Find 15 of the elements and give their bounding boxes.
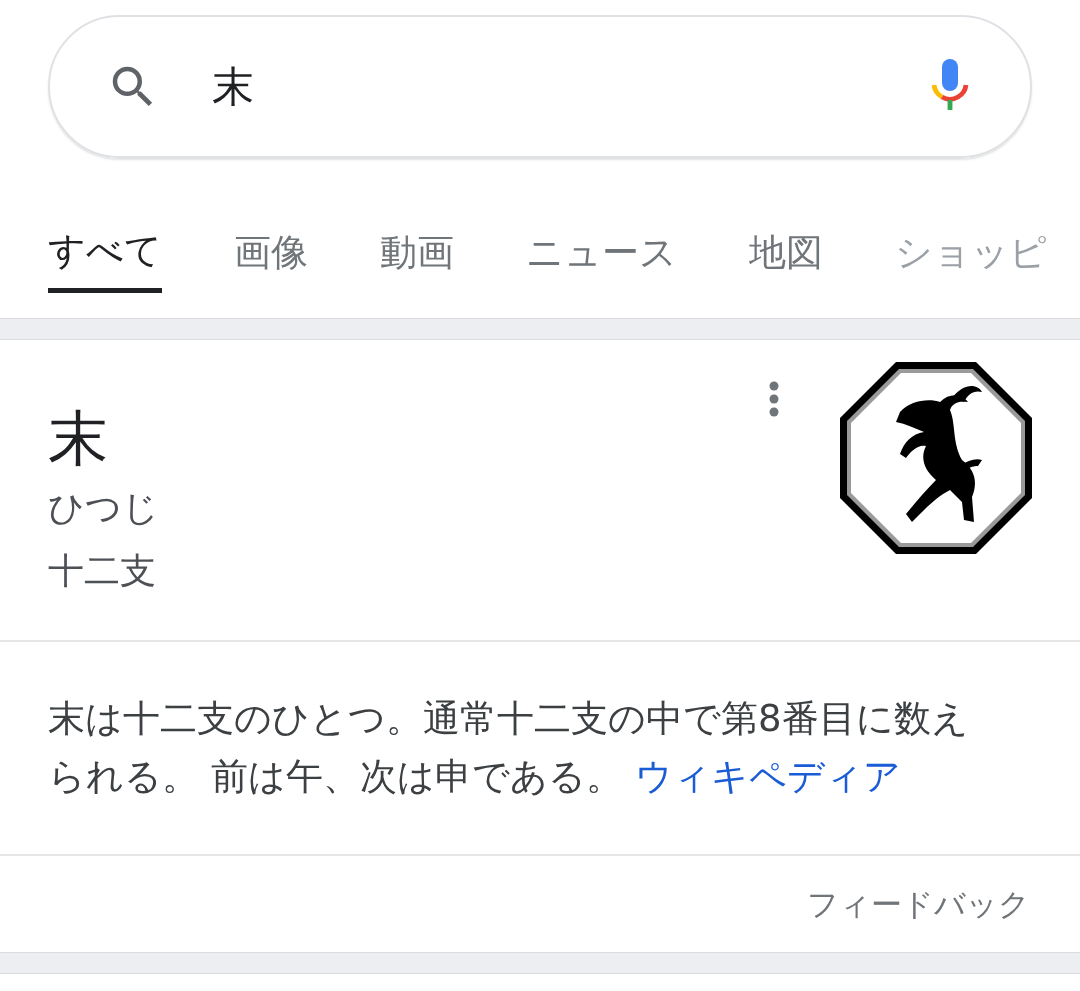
description-text: 末は十二支のひとつ。通常十二支の中で第8番目に数えられる。 前は午、次は申である。 ウィキペディア xyxy=(48,696,970,800)
search-tab[interactable]: ショッピ xyxy=(895,158,1047,293)
feedback-link[interactable]: フィードバック xyxy=(807,880,1030,928)
search-tab[interactable]: すべて xyxy=(48,158,162,293)
search-tab[interactable]: 動画 xyxy=(380,158,454,293)
more-options-icon[interactable] xyxy=(768,380,780,418)
search-tab[interactable]: ニュース xyxy=(526,158,677,293)
wikipedia-link[interactable]: ウィキペディア xyxy=(634,755,901,798)
search-bar[interactable]: 末 xyxy=(48,15,1032,158)
panel-category: 十二支 xyxy=(48,549,157,594)
search-tab[interactable]: 画像 xyxy=(234,158,308,293)
search-tab[interactable]: 地図 xyxy=(749,158,823,293)
panel-subtitle: ひつじ xyxy=(48,486,159,530)
panel-title: 末 xyxy=(48,402,109,474)
search-input-field[interactable]: 末 xyxy=(212,55,926,118)
